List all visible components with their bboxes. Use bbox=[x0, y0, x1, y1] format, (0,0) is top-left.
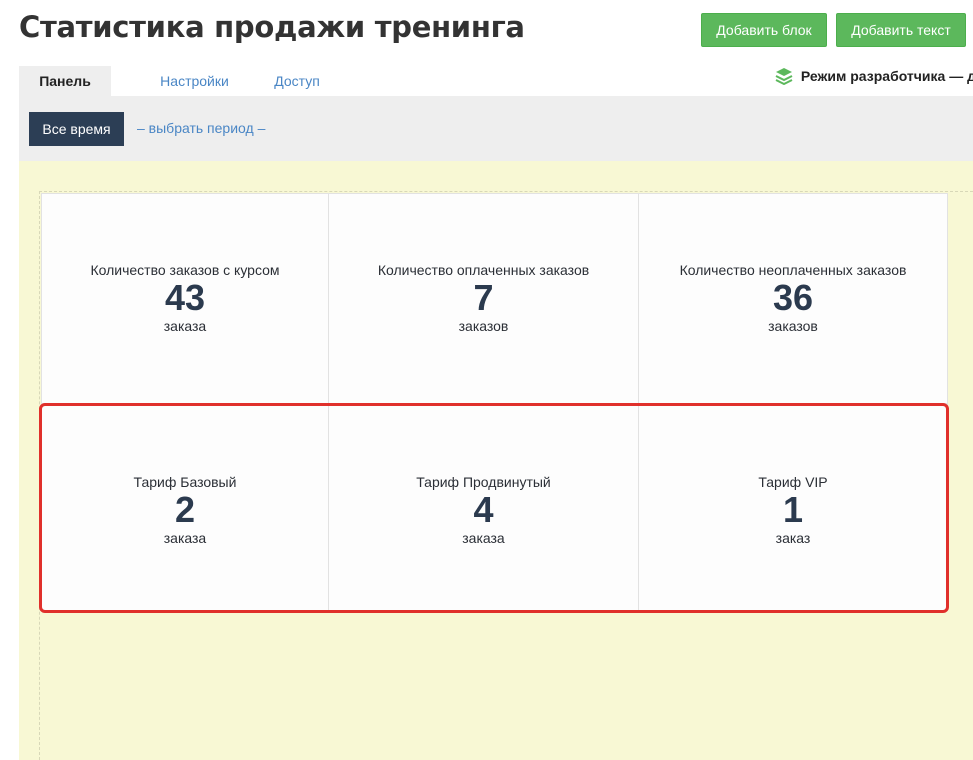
stat-card-orders-with-course[interactable]: Количество заказов с курсом 43 заказа bbox=[41, 193, 329, 404]
layers-icon bbox=[775, 68, 801, 86]
stat-unit: заказа bbox=[163, 530, 207, 546]
stats-grid: Количество заказов с курсом 43 заказа Ко… bbox=[41, 193, 948, 611]
stat-card-tariff-basic[interactable]: Тариф Базовый 2 заказа bbox=[41, 403, 329, 611]
stat-label: Количество заказов с курсом bbox=[90, 262, 280, 278]
stat-card-tariff-advanced[interactable]: Тариф Продвинутый 4 заказа bbox=[328, 403, 639, 611]
stat-label: Тариф Продвинутый bbox=[416, 474, 551, 490]
choose-period-link[interactable]: – выбрать период – bbox=[137, 120, 265, 136]
stat-value: 2 bbox=[174, 489, 196, 530]
tab-settings[interactable]: Настройки bbox=[132, 66, 257, 96]
page: Статистика продажи тренинга Добавить бло… bbox=[0, 0, 973, 760]
all-time-button[interactable]: Все время bbox=[29, 112, 124, 146]
stat-unit: заказов bbox=[768, 318, 818, 334]
stat-value: 43 bbox=[164, 277, 206, 318]
stat-label: Тариф Базовый bbox=[133, 474, 237, 490]
stat-label: Количество неоплаченных заказов bbox=[679, 262, 907, 278]
stats-canvas: Количество заказов с курсом 43 заказа Ко… bbox=[19, 161, 973, 760]
stat-unit: заказа bbox=[163, 318, 207, 334]
stat-unit: заказов bbox=[458, 318, 509, 334]
stat-unit: заказ bbox=[775, 530, 811, 546]
developer-mode-toggle[interactable]: Режим разработчика — да bbox=[775, 67, 973, 87]
stat-card-unpaid-orders[interactable]: Количество неоплаченных заказов 36 заказ… bbox=[638, 193, 948, 404]
stat-label: Количество оплаченных заказов bbox=[377, 262, 590, 278]
page-title: Статистика продажи тренинга bbox=[19, 10, 525, 44]
developer-mode-label: Режим разработчика — да bbox=[800, 68, 973, 84]
stat-value: 7 bbox=[473, 277, 494, 318]
period-filter-bar: Все время – выбрать период – bbox=[19, 96, 973, 161]
stat-value: 1 bbox=[782, 489, 804, 530]
stat-card-tariff-vip[interactable]: Тариф VIP 1 заказ bbox=[638, 403, 948, 611]
stat-label: Тариф VIP bbox=[758, 474, 828, 490]
canvas-guide-vertical bbox=[39, 191, 40, 760]
canvas-guide-horizontal bbox=[39, 191, 973, 192]
stat-unit: заказа bbox=[462, 530, 505, 546]
add-block-button[interactable]: Добавить блок bbox=[701, 13, 827, 47]
stat-card-paid-orders[interactable]: Количество оплаченных заказов 7 заказов bbox=[328, 193, 639, 404]
tab-panel[interactable]: Панель bbox=[19, 66, 111, 96]
tab-access[interactable]: Доступ bbox=[257, 66, 337, 96]
add-text-button[interactable]: Добавить текст bbox=[836, 13, 966, 47]
stat-value: 4 bbox=[473, 489, 494, 530]
stat-value: 36 bbox=[772, 277, 814, 318]
